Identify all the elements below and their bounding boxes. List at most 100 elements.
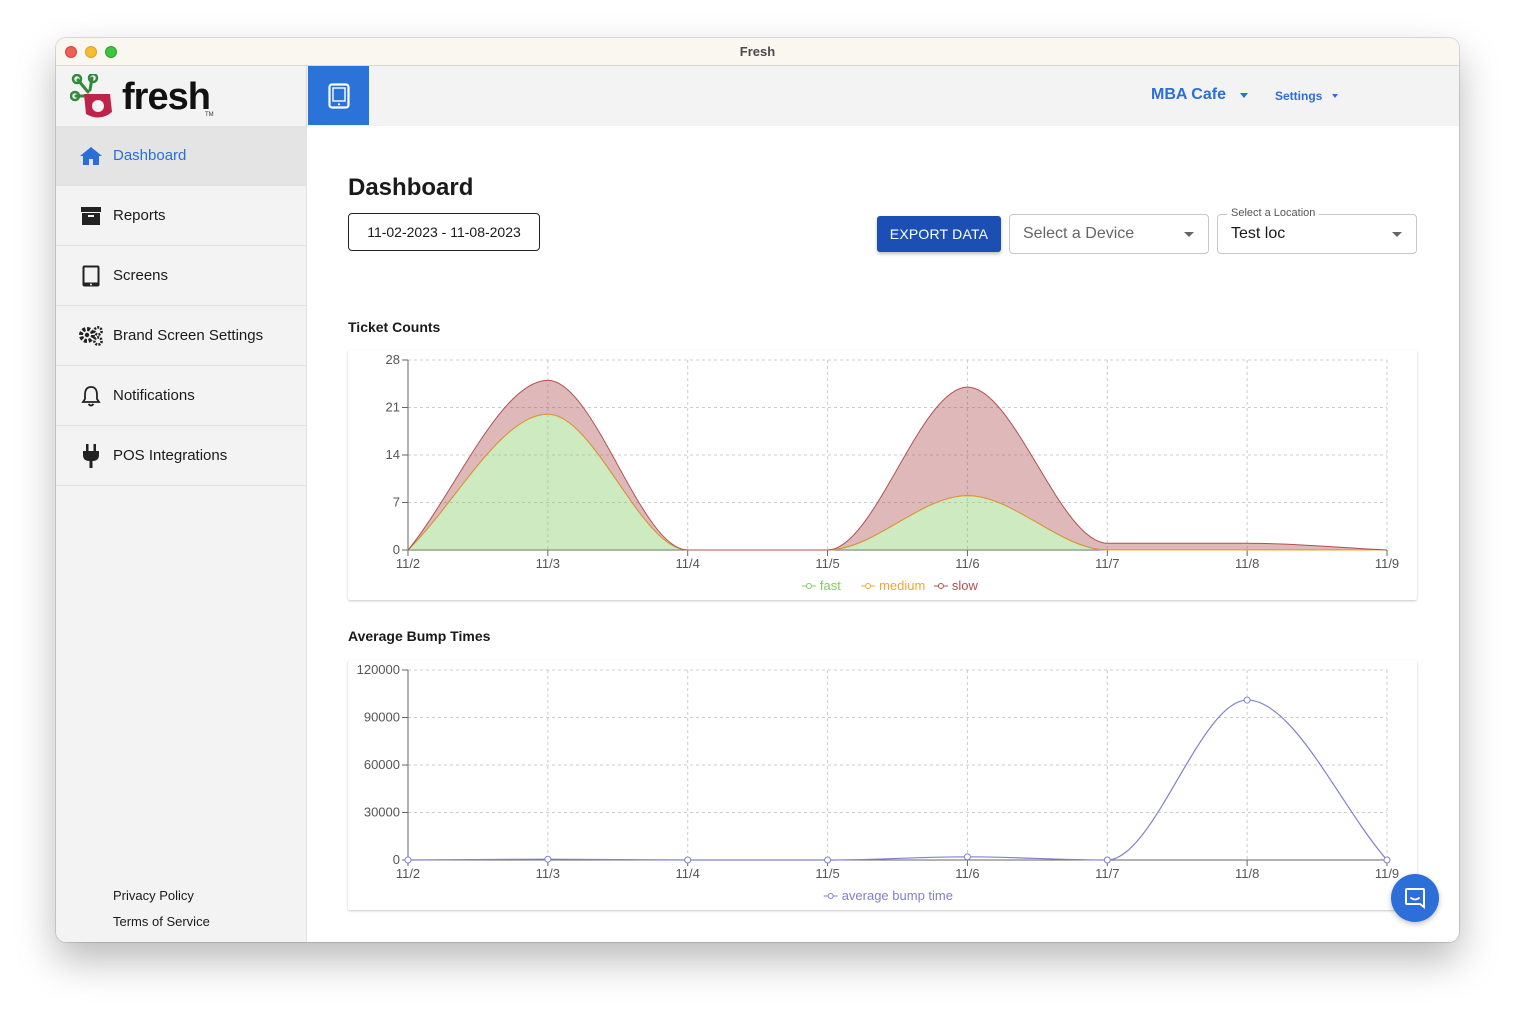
x-tick-label: 11/5 [815,866,839,881]
screens-shortcut-button[interactable] [308,66,369,125]
sidebar-item-reports[interactable]: Reports [56,186,306,246]
y-tick-label: 60000 [364,757,400,772]
y-tick-label: 21 [386,400,400,415]
ticket-counts-chart: 0 7 14 21 28 11/2 11/3 11/4 11/5 11/6 11/7 11/8 11/9… [348,350,1417,600]
average-bump-times-title: Average Bump Times [348,628,491,644]
x-tick-label: 11/8 [1235,866,1259,881]
x-tick-label: 11/6 [955,866,979,881]
x-tick-label: 11/9 [1375,556,1399,571]
location-select-label: Select a Location [1227,207,1320,219]
top-bar: MBA Cafe Settings [307,66,1459,126]
title-bar: Fresh [56,38,1459,66]
dropdown-arrow-icon [1184,232,1194,237]
y-tick-label: 28 [386,352,400,367]
app-window: Fresh fresh TM Dashboard Reports Screens… [56,38,1459,942]
legend-marker-icon [937,583,944,589]
location-select-value: Test loc [1231,225,1286,242]
y-tick-label: 0 [393,542,400,557]
data-point [1103,856,1111,864]
settings-menu[interactable]: Settings [1275,89,1339,103]
privacy-policy-link[interactable]: Privacy Policy [113,888,210,903]
sidebar-item-pos-integrations[interactable]: POS Integrations [56,426,306,486]
window-title: Fresh [739,44,776,59]
sidebar-item-label: Reports [113,207,166,224]
sidebar-item-screens[interactable]: Screens [56,246,306,306]
ticket-counts-chart-svg: 0 7 14 21 28 11/2 11/3 11/4 11/5 11/6 11/7 11/8 11/9… [386,352,1400,593]
sidebar-item-brand-screen-settings[interactable]: Brand Screen Settings [56,306,306,366]
legend-item-medium: medium [861,578,925,593]
legend-marker-icon [827,893,834,899]
sidebar: fresh TM Dashboard Reports Screens Brand… [56,66,307,942]
data-point [404,856,412,864]
legend-marker-icon [805,583,812,589]
terms-of-service-link[interactable]: Terms of Service [113,914,210,929]
data-point [824,856,832,864]
gears-icon [78,323,104,349]
legend-marker-icon [865,583,872,589]
home-icon [78,143,104,169]
sidebar-item-label: Screens [113,267,169,284]
window-controls [65,46,117,58]
tablet-icon [327,82,350,109]
bell-icon [78,383,104,409]
legend-label: slow [952,578,979,593]
zoom-window-button[interactable] [105,46,117,58]
device-select[interactable]: Select a Device [1009,214,1209,254]
x-tick-label: 11/5 [815,556,839,571]
sidebar-item-label: Brand Screen Settings [113,327,264,344]
device-select-placeholder: Select a Device [1023,225,1135,242]
location-select[interactable]: Select a Location Test loc [1217,207,1417,254]
chevron-down-icon [1332,94,1339,98]
x-tick-label: 11/2 [396,556,420,571]
brand-trademark: TM [205,112,214,118]
y-tick-label: 30000 [364,805,400,820]
x-tick-label: 11/6 [955,556,979,571]
data-point [1243,696,1251,704]
brand-name: fresh [122,76,211,118]
plug-icon [78,443,104,469]
x-tick-label: 11/4 [676,556,700,571]
archive-icon [78,203,104,229]
export-data-button[interactable]: EXPORT DATA [877,216,1001,252]
location-menu[interactable]: MBA Cafe [1151,86,1248,104]
chart-grid [408,669,1388,860]
close-window-button[interactable] [65,46,77,58]
sidebar-item-label: POS Integrations [113,447,228,464]
y-tick-label: 14 [386,447,400,462]
legend-item-slow: slow [933,578,979,593]
chevron-down-icon [1239,92,1248,98]
chat-widget-button[interactable] [1391,874,1439,922]
dropdown-arrow-icon [1392,232,1402,237]
tablet-icon [78,263,104,289]
page-title: Dashboard [348,174,474,201]
minimize-window-button[interactable] [85,46,97,58]
brand-logo[interactable]: fresh TM [56,66,306,126]
legend-item-average-bump-time: average bump time [823,888,953,903]
sidebar-item-dashboard[interactable]: Dashboard [56,126,306,186]
x-tick-label: 11/7 [1095,556,1119,571]
legend-item-fast: fast [801,578,841,593]
x-tick-label: 11/3 [536,556,560,571]
y-tick-label: 0 [393,852,400,867]
data-point [544,855,552,863]
data-point [684,856,692,864]
date-range-picker[interactable]: 11-02-2023 - 11-08-2023 [348,213,540,251]
legend-label: medium [879,578,925,593]
x-tick-label: 11/2 [396,866,420,881]
main-content: Dashboard 11-02-2023 - 11-08-2023 EXPORT… [308,126,1459,942]
data-point [963,853,971,861]
sidebar-item-label: Notifications [113,387,195,404]
chat-icon [1405,888,1425,909]
sidebar-item-label: Dashboard [113,147,187,164]
average-bump-times-chart: 0 30000 60000 90000 120000 11/2 11/3 11/4 11/5 11… [348,660,1417,910]
x-tick-label: 11/4 [676,866,700,881]
y-tick-label: 90000 [364,710,400,725]
sidebar-item-notifications[interactable]: Notifications [56,366,306,426]
x-tick-label: 11/7 [1095,866,1119,881]
average-bump-times-chart-svg: 0 30000 60000 90000 120000 11/2 11/3 11/4 11/5 11… [357,662,1400,903]
legend-label: fast [820,578,841,593]
y-tick-label: 120000 [357,662,400,677]
fresh-logo-icon [70,74,112,118]
x-tick-label: 11/3 [536,866,560,881]
legend-label: average bump time [842,888,953,903]
